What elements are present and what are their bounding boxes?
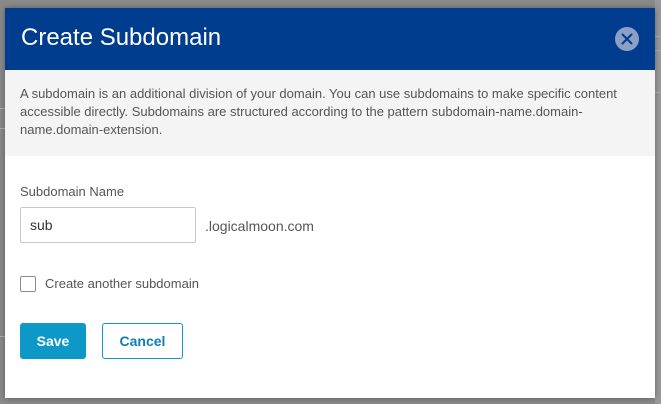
subdomain-name-input[interactable] (20, 207, 196, 243)
background-divider (655, 36, 661, 37)
background-divider (655, 92, 661, 93)
dialog-form: Subdomain Name .logicalmoon.com Create a… (5, 156, 655, 398)
subdomain-name-label: Subdomain Name (20, 184, 125, 199)
background-page-right-edge (655, 0, 661, 404)
cancel-button[interactable]: Cancel (102, 323, 183, 359)
save-button[interactable]: Save (20, 323, 86, 359)
create-another-checkbox[interactable] (20, 276, 36, 292)
create-another-label[interactable]: Create another subdomain (45, 276, 199, 292)
create-subdomain-dialog: Create Subdomain A subdomain is an addit… (5, 8, 655, 398)
background-divider (655, 50, 661, 51)
close-icon (621, 33, 633, 45)
dialog-title: Create Subdomain (21, 24, 222, 51)
dialog-header: Create Subdomain (5, 8, 655, 70)
close-button[interactable] (615, 27, 639, 51)
domain-suffix: .logicalmoon.com (205, 218, 314, 234)
dialog-description: A subdomain is an additional division of… (5, 70, 655, 156)
